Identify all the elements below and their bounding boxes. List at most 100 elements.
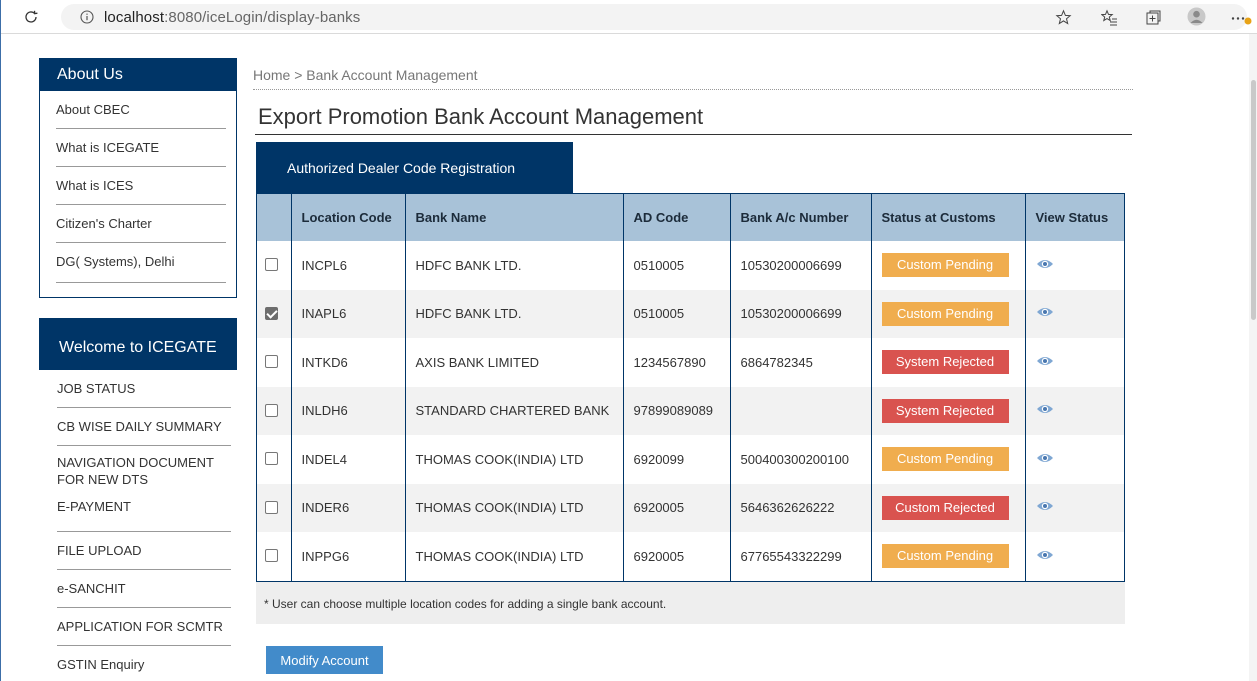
- more-menu-icon[interactable]: [1230, 9, 1254, 26]
- sidebar-item-what-is-ices[interactable]: What is ICES: [56, 167, 226, 205]
- status-cell: Custom Pending: [871, 532, 1026, 581]
- sidebar-item-gstin-enquiry[interactable]: GSTIN Enquiry: [57, 646, 231, 681]
- ad-code-cell: 6920005: [623, 483, 731, 532]
- row-checkbox[interactable]: [265, 355, 278, 369]
- title-divider: [255, 134, 1132, 135]
- account-number-cell: 5646362626222: [730, 483, 872, 532]
- collections-icon[interactable]: [1145, 9, 1162, 26]
- account-number-cell: 67765543322299: [730, 532, 872, 581]
- view-status-cell: [1025, 386, 1124, 435]
- sidebar-item-application-scmtr[interactable]: APPLICATION FOR SCMTR: [57, 608, 231, 646]
- view-status-cell: [1025, 338, 1124, 387]
- table-row: INAPL6 HDFC BANK LTD. 0510005 1053020000669…: [257, 289, 1124, 338]
- info-icon[interactable]: [80, 10, 94, 24]
- page-scrollbar[interactable]: [1249, 34, 1257, 681]
- bank-name-cell: STANDARD CHARTERED BANK: [405, 386, 624, 435]
- reload-icon[interactable]: [23, 9, 39, 25]
- sidebar-item-about-cbec[interactable]: About CBEC: [56, 91, 226, 129]
- row-checkbox[interactable]: [265, 500, 278, 514]
- table-header-row: Location Code Bank Name AD Code Bank A/c…: [257, 194, 1124, 241]
- sidebar-item-dg-systems[interactable]: DG( Systems), Delhi: [56, 243, 226, 283]
- account-number-cell: 6864782345: [730, 338, 872, 387]
- row-checkbox[interactable]: [265, 452, 278, 466]
- row-checkbox[interactable]: [265, 258, 278, 272]
- status-badge: Custom Pending: [881, 253, 1009, 278]
- eye-icon[interactable]: [1036, 306, 1054, 318]
- account-number-cell: [730, 386, 872, 435]
- favorites-icon[interactable]: [1101, 9, 1118, 26]
- row-checkbox[interactable]: [265, 403, 278, 417]
- location-code-cell: INPPG6: [291, 532, 406, 581]
- sidebar-item-e-sanchit[interactable]: e-SANCHIT: [57, 570, 231, 608]
- star-icon[interactable]: [1055, 9, 1072, 26]
- eye-icon[interactable]: [1036, 403, 1054, 415]
- row-checkbox[interactable]: [265, 306, 278, 320]
- bank-name-cell: THOMAS COOK(INDIA) LTD: [405, 532, 624, 581]
- eye-icon[interactable]: [1036, 355, 1054, 367]
- view-status-cell: [1025, 532, 1124, 581]
- bank-name-cell: THOMAS COOK(INDIA) LTD: [405, 483, 624, 532]
- view-status-cell: [1025, 241, 1124, 290]
- ad-code-cell: 1234567890: [623, 338, 731, 387]
- url-path: :8080/iceLogin/display-banks: [164, 9, 361, 26]
- row-select-cell: [257, 483, 292, 532]
- ad-code-cell: 0510005: [623, 289, 731, 338]
- tab-authorized-dealer-code[interactable]: Authorized Dealer Code Registration: [256, 142, 573, 193]
- eye-icon[interactable]: [1036, 258, 1054, 270]
- table-row: INDER6 THOMAS COOK(INDIA) LTD 6920005 56463…: [257, 483, 1124, 532]
- table-row: INPPG6 THOMAS COOK(INDIA) LTD 6920005 67765…: [257, 532, 1124, 581]
- eye-icon[interactable]: [1036, 452, 1054, 464]
- row-checkbox[interactable]: [265, 549, 278, 563]
- bank-accounts-table: Location Code Bank Name AD Code Bank A/c…: [256, 193, 1125, 582]
- header-ad-code: AD Code: [623, 194, 731, 241]
- row-select-cell: [257, 435, 292, 484]
- status-cell: System Rejected: [871, 338, 1026, 387]
- sidebar-item-file-upload[interactable]: FILE UPLOAD: [57, 532, 231, 570]
- scrollbar-thumb[interactable]: [1251, 80, 1256, 320]
- ad-code-cell: 0510005: [623, 241, 731, 290]
- ad-code-cell: 6920099: [623, 435, 731, 484]
- row-select-cell: [257, 241, 292, 290]
- sidebar-item-citizens-charter[interactable]: Citizen's Charter: [56, 205, 226, 243]
- status-badge: System Rejected: [881, 350, 1009, 375]
- location-code-cell: INCPL6: [291, 241, 406, 290]
- status-cell: Custom Pending: [871, 289, 1026, 338]
- status-badge: Custom Pending: [881, 301, 1009, 326]
- status-badge: Custom Rejected: [881, 495, 1009, 520]
- bank-name-cell: THOMAS COOK(INDIA) LTD: [405, 435, 624, 484]
- row-select-cell: [257, 386, 292, 435]
- url-text[interactable]: localhost:8080/iceLogin/display-banks: [104, 9, 360, 26]
- about-us-panel: About CBEC What is ICEGATE What is ICES …: [39, 91, 237, 298]
- status-cell: Custom Pending: [871, 435, 1026, 484]
- multi-location-note: * User can choose multiple location code…: [256, 582, 1125, 624]
- location-code-cell: INTKD6: [291, 338, 406, 387]
- location-code-cell: INAPL6: [291, 289, 406, 338]
- header-select: [257, 194, 292, 241]
- eye-icon[interactable]: [1036, 500, 1054, 512]
- header-bank-account-number: Bank A/c Number: [730, 194, 872, 241]
- table-row: INTKD6 AXIS BANK LIMITED 1234567890 6864782…: [257, 338, 1124, 387]
- sidebar-item-navigation-document[interactable]: NAVIGATION DOCUMENT FOR NEW DTS: [57, 446, 231, 496]
- about-us-header: About Us: [39, 58, 237, 91]
- sidebar-item-e-payment[interactable]: E-PAYMENT: [57, 496, 231, 532]
- profile-avatar-icon[interactable]: [1187, 7, 1206, 26]
- bank-name-cell: HDFC BANK LTD.: [405, 289, 624, 338]
- table-body: INCPL6 HDFC BANK LTD. 0510005 1053020000669…: [257, 241, 1124, 581]
- location-code-cell: INDER6: [291, 483, 406, 532]
- account-number-cell: 10530200006699: [730, 289, 872, 338]
- status-cell: Custom Rejected: [871, 483, 1026, 532]
- breadcrumb[interactable]: Home > Bank Account Management: [253, 67, 1133, 90]
- sidebar-item-cb-wise-daily-summary[interactable]: CB WISE DAILY SUMMARY: [57, 408, 231, 446]
- sidebar-item-what-is-icegate[interactable]: What is ICEGATE: [56, 129, 226, 167]
- header-bank-name: Bank Name: [405, 194, 624, 241]
- modify-account-button[interactable]: Modify Account: [266, 646, 383, 674]
- eye-icon[interactable]: [1036, 549, 1054, 561]
- header-view-status: View Status: [1025, 194, 1124, 241]
- welcome-header: Welcome to ICEGATE: [39, 318, 237, 370]
- status-cell: System Rejected: [871, 386, 1026, 435]
- bank-name-cell: HDFC BANK LTD.: [405, 241, 624, 290]
- header-status-at-customs: Status at Customs: [871, 194, 1026, 241]
- sidebar-item-job-status[interactable]: JOB STATUS: [57, 370, 231, 408]
- header-location-code: Location Code: [291, 194, 406, 241]
- view-status-cell: [1025, 483, 1124, 532]
